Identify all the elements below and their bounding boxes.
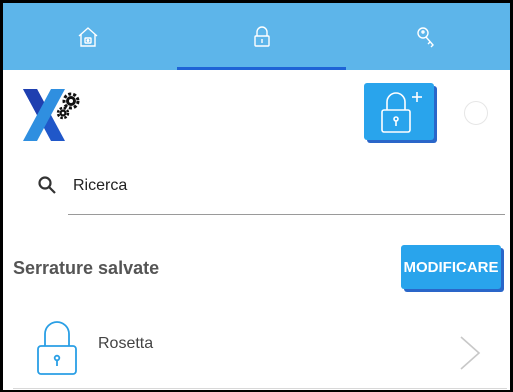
lock-name: Rosetta: [98, 335, 154, 352]
list-divider: [13, 388, 507, 389]
chevron-right-icon: [460, 336, 481, 370]
search-underline: [68, 214, 505, 215]
app-screen: Serrature salvate MODIFICARE Rosetta: [3, 3, 510, 390]
tab-keys[interactable]: [341, 3, 510, 70]
tab-bar: [3, 3, 510, 70]
section-title: Serrature salvate: [13, 258, 160, 278]
search-icon: [38, 176, 56, 194]
x-gears-logo: [23, 89, 80, 141]
tab-locks[interactable]: [177, 3, 346, 70]
home-icon: [78, 26, 97, 47]
lock-icon: [253, 25, 270, 47]
add-lock-button[interactable]: [364, 83, 434, 140]
lock-plus-icon: [381, 91, 422, 133]
lock-list-item[interactable]: Rosetta: [13, 313, 507, 390]
search-input[interactable]: [73, 171, 503, 201]
lock-icon: [37, 321, 77, 375]
tab-home[interactable]: [3, 3, 172, 70]
key-icon: [416, 26, 434, 47]
more-button[interactable]: [464, 101, 488, 125]
active-tab-indicator: [177, 67, 346, 70]
edit-button[interactable]: MODIFICARE: [401, 245, 501, 289]
